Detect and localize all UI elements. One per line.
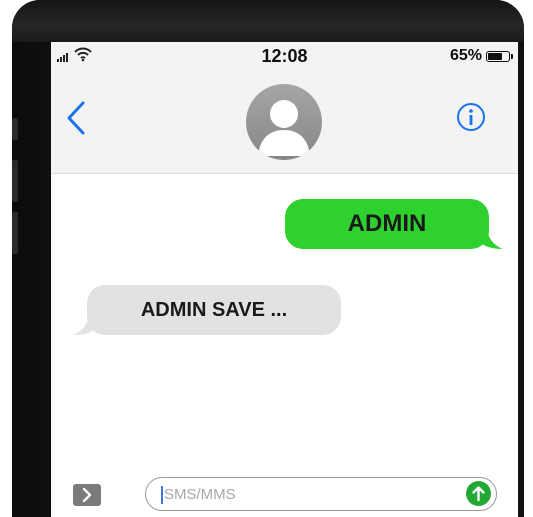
incoming-message-bubble[interactable]: ADMIN SAVE ... xyxy=(73,285,341,335)
contact-avatar[interactable] xyxy=(246,84,322,160)
person-icon xyxy=(258,100,310,156)
volume-down-button xyxy=(12,212,18,254)
bubble-tail xyxy=(73,313,97,335)
message-input[interactable]: SMS/MMS xyxy=(145,477,497,511)
volume-up-button xyxy=(12,160,18,202)
composer-bar: SMS/MMS xyxy=(51,475,518,517)
chevron-left-icon[interactable] xyxy=(65,100,87,136)
chevron-right-icon xyxy=(82,487,92,503)
battery-icon xyxy=(486,51,513,62)
message-placeholder: SMS/MMS xyxy=(164,486,236,503)
nav-bar xyxy=(51,70,518,174)
mute-switch xyxy=(12,118,18,140)
info-icon[interactable] xyxy=(456,102,486,132)
message-thread: ADMIN ADMIN SAVE ... xyxy=(51,175,518,475)
message-text: ADMIN SAVE ... xyxy=(140,298,288,321)
message-text: ADMIN xyxy=(347,210,427,237)
send-button[interactable] xyxy=(466,481,491,506)
arrow-up-icon xyxy=(472,486,485,502)
status-time: 12:08 xyxy=(261,46,308,66)
phone-frame: 12:08 65% ADMIN ADMIN SAVE ... SMS/MMS xyxy=(12,0,524,517)
phone-top-bezel xyxy=(12,0,524,42)
phone-screen: 12:08 65% ADMIN ADMIN SAVE ... SMS/MMS xyxy=(51,42,518,517)
text-cursor xyxy=(161,486,163,504)
status-bar: 12:08 65% xyxy=(51,42,518,70)
expand-apps-button[interactable] xyxy=(73,484,101,506)
battery-percent: 65% xyxy=(449,47,482,64)
bubble-tail xyxy=(479,227,503,249)
outgoing-message-bubble[interactable]: ADMIN xyxy=(285,199,503,249)
